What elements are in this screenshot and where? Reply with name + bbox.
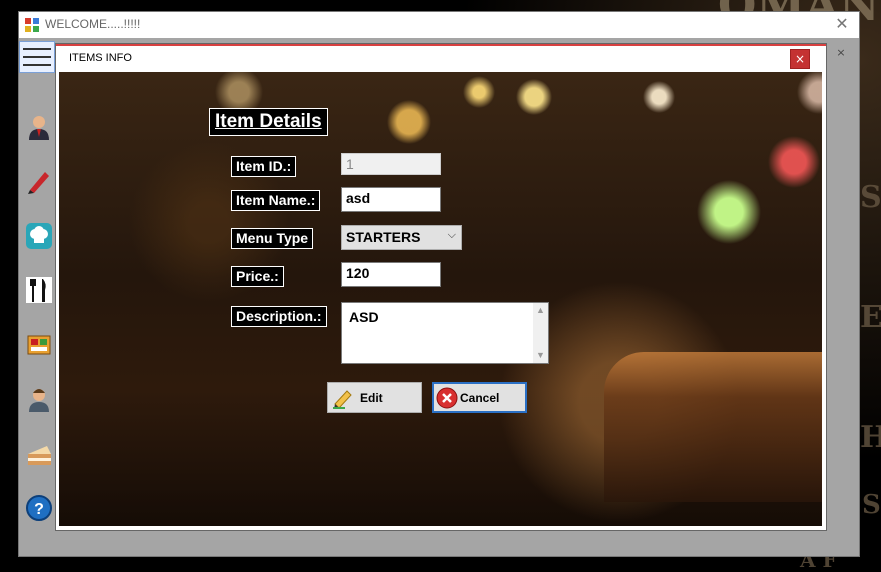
edit-button[interactable]: Edit	[327, 382, 422, 413]
sidebar-item-help[interactable]: ?	[24, 493, 54, 523]
description-label: Description.:	[231, 306, 327, 327]
main-close-button[interactable]: ✕	[833, 15, 851, 33]
decorative-letters: S	[862, 490, 881, 520]
child-titlebar[interactable]: ITEMS INFO ×	[56, 44, 826, 72]
cancel-x-icon	[436, 387, 458, 408]
background-table	[604, 352, 822, 502]
page-title: Item Details	[209, 108, 328, 136]
hamburger-line	[23, 56, 51, 58]
menu-type-value: STARTERS	[346, 229, 421, 245]
child-window-title: ITEMS INFO	[69, 52, 132, 64]
price-label: Price.:	[231, 266, 284, 287]
decorative-letters: E	[860, 300, 881, 335]
mdi-close-icon[interactable]: ×	[833, 46, 849, 60]
menu-card-icon	[27, 335, 51, 355]
decorative-letters: H	[860, 420, 881, 455]
items-info-window: ITEMS INFO × Item Details Item ID.: 1 It…	[55, 43, 827, 531]
menu-type-dropdown[interactable]: STARTERS ⌵	[341, 225, 462, 250]
description-value: ASD	[349, 309, 379, 325]
item-name-label: Item Name.:	[231, 190, 321, 211]
edit-button-label: Edit	[360, 390, 383, 405]
price-field[interactable]: 120	[341, 262, 441, 287]
item-name-field[interactable]: asd	[341, 187, 441, 212]
decorative-letters: S	[860, 180, 881, 215]
app-icon	[25, 18, 39, 32]
help-icon: ?	[26, 495, 52, 521]
description-scrollbar[interactable]: ▲ ▼	[533, 303, 548, 363]
item-id-label: Item ID.:	[231, 156, 297, 177]
customer-icon	[29, 389, 49, 412]
sidebar-item-dishes[interactable]	[24, 275, 54, 305]
sidebar-item-edit[interactable]	[24, 166, 54, 196]
sidebar: ?	[19, 38, 55, 556]
form-panel: Item Details Item ID.: 1 Item Name.: asd…	[59, 72, 822, 526]
item-id-field: 1	[341, 153, 441, 175]
edit-pencil-icon	[333, 389, 352, 409]
sidebar-item-manager[interactable]	[24, 112, 54, 142]
main-window-title: WELCOME.....!!!!!	[45, 17, 141, 31]
user-manager-icon	[29, 116, 49, 140]
hamburger-line	[23, 64, 51, 66]
chevron-down-icon: ⌵	[447, 229, 456, 241]
hamburger-menu-button[interactable]	[19, 41, 55, 73]
menu-type-label: Menu Type	[231, 228, 314, 249]
chef-hat-icon	[26, 223, 52, 249]
cake-icon	[28, 446, 51, 465]
cancel-button-label: Cancel	[460, 390, 500, 405]
sidebar-item-cake[interactable]	[24, 439, 54, 469]
sidebar-item-chef[interactable]	[24, 221, 54, 251]
svg-text:?: ?	[34, 501, 44, 518]
hamburger-line	[23, 48, 51, 50]
sidebar-item-menu[interactable]	[24, 330, 54, 360]
main-titlebar[interactable]: WELCOME.....!!!!! ✕	[19, 12, 859, 38]
fork-knife-icon	[26, 277, 52, 303]
cancel-button[interactable]: Cancel	[432, 382, 527, 413]
description-field[interactable]: ASD ▲ ▼	[341, 302, 549, 364]
pen-icon	[28, 172, 49, 194]
scroll-down-icon[interactable]: ▼	[533, 348, 548, 363]
sidebar-item-customer[interactable]	[24, 384, 54, 414]
scroll-up-icon[interactable]: ▲	[533, 303, 548, 318]
child-close-button[interactable]: ×	[790, 49, 810, 69]
